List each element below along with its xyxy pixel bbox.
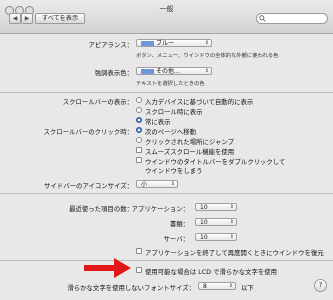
appearance-description: ボタン、メニュー、ウインドウの全体的な外観に使われる色 <box>136 53 279 59</box>
recent-docs-popup[interactable]: 10 ⇕ <box>195 218 237 226</box>
double-click-minimize-checkbox[interactable] <box>136 157 142 163</box>
highlight-popup[interactable]: その他... ⇕ <box>136 67 212 75</box>
popup-arrows-icon: ⇕ <box>228 283 233 289</box>
recent-apps-popup[interactable]: 10 ⇕ <box>195 203 237 211</box>
double-click-label-line1: ウインドウのタイトルバーをダブルクリックして <box>145 158 286 166</box>
sidebar-icon-size-popup[interactable]: 小 ⇕ <box>136 180 178 188</box>
double-click-label-line2: ウインドウをしまう <box>145 167 203 175</box>
show-all-button[interactable]: すべてを表示 <box>35 13 85 24</box>
divider <box>0 92 333 93</box>
appearance-popup[interactable]: ブルー ⇕ <box>136 39 212 47</box>
radio-when-scrolling[interactable] <box>136 107 142 113</box>
popup-arrows-icon: ⇕ <box>204 40 209 46</box>
arrow-head <box>114 258 131 278</box>
restore-windows-checkbox[interactable] <box>136 248 142 254</box>
font-smoothing-label: 滑らかな文字を使用しないフォントサイズ： <box>67 284 195 292</box>
radio-auto[interactable] <box>136 97 142 103</box>
font-size-suffix: 以下 <box>241 284 254 292</box>
search-icon <box>259 15 266 22</box>
highlight-description: テキストを選択したときの色 <box>136 81 205 87</box>
popup-arrows-icon: ⇕ <box>229 204 234 210</box>
popup-arrows-icon: ⇕ <box>229 234 234 240</box>
recent-items-label: 最近使った項目の数： <box>69 205 133 213</box>
search-input[interactable] <box>256 13 328 24</box>
radio-next-page-label: 次のページへ移動 <box>145 128 196 136</box>
radio-when-scrolling-label: スクロール時に表示 <box>145 108 203 116</box>
lcd-smoothing-checkbox[interactable] <box>136 267 142 273</box>
forward-button[interactable]: ▶ <box>21 13 33 24</box>
recent-apps-label: アプリケーション： <box>131 205 189 213</box>
radio-auto-label: 入力デバイスに基づいて自動的に表示 <box>145 98 254 106</box>
red-arrow-icon <box>84 258 131 278</box>
appearance-swatch <box>141 40 154 46</box>
restore-windows-label: アプリケーションを終了して再度開くときにウインドウを復元 <box>145 249 324 257</box>
scrollbar-click-label: スクロールバーのクリック時： <box>43 128 133 136</box>
popup-arrows-icon: ⇕ <box>170 181 175 187</box>
radio-always-label: 常に表示 <box>145 118 171 126</box>
divider <box>0 193 333 194</box>
radio-next-page[interactable] <box>136 127 142 133</box>
appearance-label: アピアランス： <box>88 41 133 49</box>
recent-servers-popup[interactable]: 10 ⇕ <box>195 233 237 241</box>
font-size-popup[interactable]: 8 ⇕ <box>198 282 236 290</box>
popup-arrows-icon: ⇕ <box>204 68 209 74</box>
radio-jump-here-label: クリックされた場所にジャンプ <box>145 138 234 146</box>
radio-jump-here[interactable] <box>136 137 142 143</box>
arrow-shaft <box>84 265 116 271</box>
recent-docs-label: 書類： <box>169 220 189 228</box>
back-button[interactable]: ◀ <box>9 13 21 24</box>
sidebar-icon-size-label: サイドバーのアイコンサイズ： <box>44 182 133 190</box>
recent-servers-label: サーバ： <box>163 235 190 243</box>
popup-arrows-icon: ⇕ <box>229 219 234 225</box>
highlight-swatch <box>141 68 154 74</box>
help-button[interactable]: ? <box>314 279 327 292</box>
highlight-label: 強調表示色： <box>94 69 133 77</box>
smooth-scrolling-label: スムーズスクロール機能を使用 <box>145 148 235 156</box>
lcd-smoothing-label: 使用可能な場合は LCD で滑らかな文字を使用 <box>145 268 278 276</box>
radio-always[interactable] <box>136 117 142 123</box>
divider <box>0 260 333 261</box>
scrollbar-show-label: スクロールバーの表示： <box>62 98 133 106</box>
smooth-scrolling-checkbox[interactable] <box>136 147 142 153</box>
